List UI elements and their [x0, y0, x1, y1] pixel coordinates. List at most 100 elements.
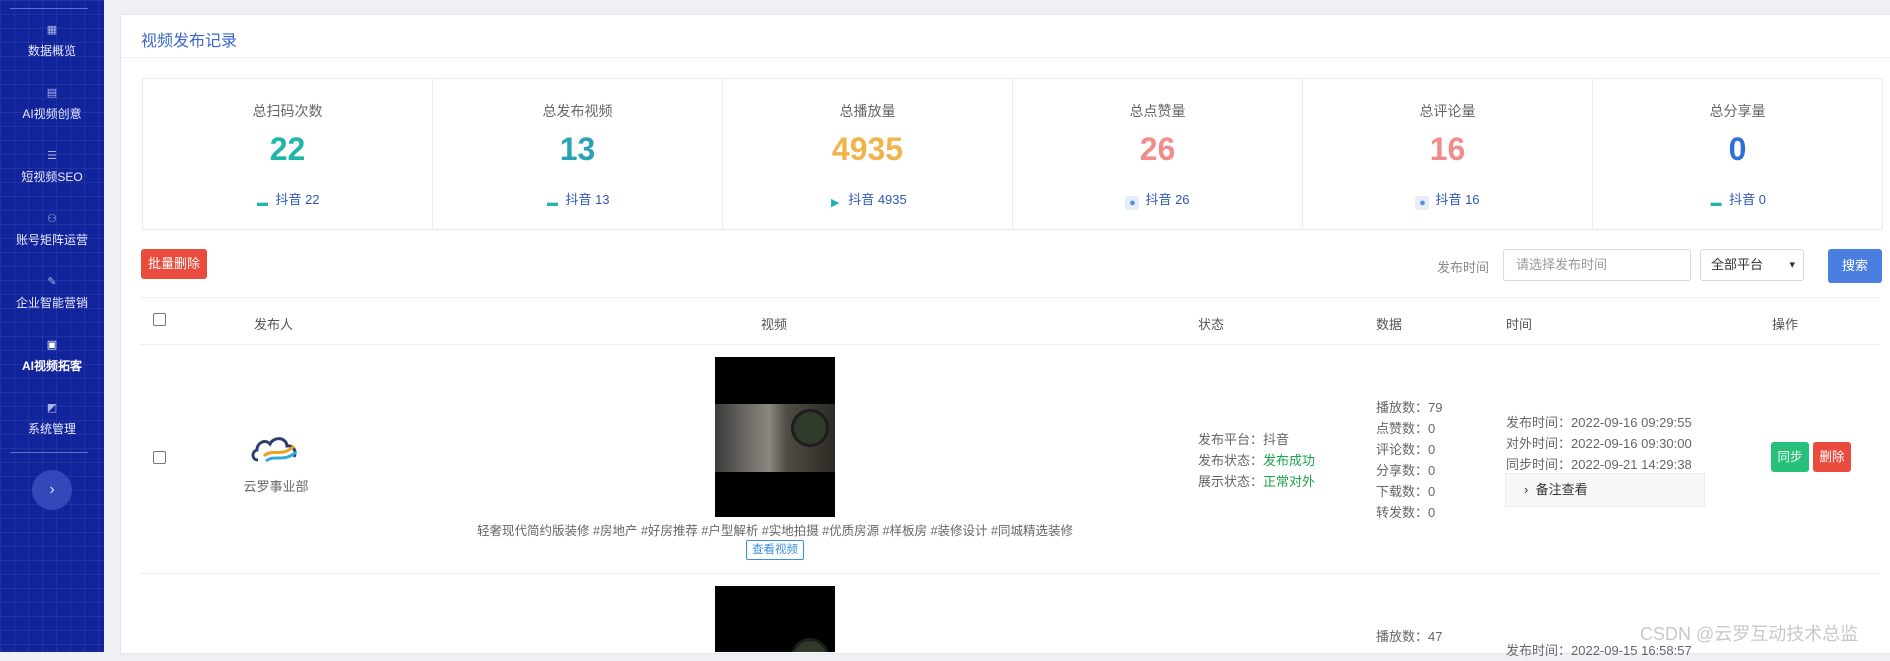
publish-time-input[interactable]: 请选择发布时间: [1503, 249, 1691, 281]
sidebar-item-overview[interactable]: ▦ 数据概览: [0, 24, 104, 59]
sidebar-item-ai-video[interactable]: ▣ AI视频拓客: [0, 339, 104, 374]
comment-icon: ▬: [546, 197, 558, 209]
sidebar-divider: [10, 8, 88, 9]
publisher-name: 云罗事业部: [243, 479, 309, 494]
page-title: 视频发布记录: [141, 33, 238, 50]
stat-sub: ● 抖音 26: [1013, 189, 1302, 210]
stat-value: 26: [1139, 131, 1176, 167]
column-header-video: 视频: [761, 317, 788, 332]
chevron-right-icon: ›: [49, 481, 55, 498]
batch-delete-button[interactable]: 批量删除: [141, 249, 207, 279]
note-toggle[interactable]: › 备注查看: [1505, 473, 1705, 507]
stat-published-videos: 总发布视频 13 ▬ 抖音 13: [433, 79, 723, 229]
view-video-button[interactable]: 查看视频: [746, 540, 804, 560]
table-divider: [141, 573, 1880, 574]
video-description: 轻奢现代简约版装修 #房地产 #好房推荐 #户型解析 #实地拍摄 #优质房源 #…: [477, 524, 1073, 538]
status-publish: 发布状态：发布成功: [1198, 450, 1315, 471]
status-block: 发布平台：抖音 发布状态：发布成功 展示状态：正常对外: [1198, 429, 1315, 492]
video-thumbnail[interactable]: [715, 586, 835, 652]
user-icon: ●: [1125, 196, 1140, 210]
user-icon: ●: [1415, 196, 1430, 210]
stat-value: 22: [269, 131, 306, 167]
pen-icon: ✎: [47, 276, 57, 288]
stat-value: 16: [1429, 131, 1466, 167]
publish-time: 发布时间：2022-09-16 09:29:55: [1506, 415, 1692, 430]
sidebar-item-ai-creative[interactable]: ▤ AI视频创意: [0, 87, 104, 122]
video-frame-detail: [791, 638, 829, 652]
status-publish-value: 发布成功: [1263, 453, 1316, 468]
stat-value: 4935: [831, 131, 904, 167]
public-time: 对外时间：2022-09-16 09:30:00: [1506, 436, 1692, 451]
row-checkbox[interactable]: [153, 451, 166, 464]
sync-time: 同步时间：2022-09-21 14:29:38: [1506, 457, 1692, 472]
stat-sub-text: 抖音 0: [1729, 192, 1766, 207]
stat-sub: ● 抖音 16: [1303, 189, 1592, 210]
company-logo: [251, 437, 298, 463]
stat-sub-text: 抖音 16: [1435, 192, 1480, 207]
status-platform-label: 发布平台：: [1198, 432, 1264, 447]
sidebar-item-system[interactable]: ◩ 系统管理: [0, 402, 104, 437]
list-icon: ☰: [47, 150, 57, 162]
delete-button[interactable]: 删除: [1813, 442, 1851, 472]
comment-icon: ▬: [1710, 197, 1722, 209]
status-display: 展示状态：正常对外: [1198, 471, 1315, 492]
inbox-icon: ▣: [46, 339, 58, 351]
stat-sub: ▶ 抖音 4935: [723, 189, 1012, 210]
stat-plays-value: 播放数：79: [1376, 400, 1443, 415]
dashboard-icon: ▦: [46, 24, 58, 36]
stat-label: 总点赞量: [1129, 103, 1186, 119]
table-divider: [141, 297, 1880, 298]
sidebar-item-label: 账号矩阵运营: [15, 233, 88, 247]
stat-shares-value: 分享数：0: [1376, 463, 1436, 478]
status-publish-label: 发布状态：: [1198, 453, 1264, 468]
column-header-time: 时间: [1506, 317, 1533, 332]
sidebar-item-seo[interactable]: ☰ 短视频SEO: [0, 150, 104, 185]
search-button[interactable]: 搜索: [1828, 249, 1882, 283]
stat-forwards-value: 转发数：0: [1376, 505, 1436, 520]
status-platform-value: 抖音: [1263, 432, 1290, 447]
edit-icon: ◩: [46, 402, 58, 414]
chevron-down-icon: ▾: [1789, 259, 1795, 271]
sidebar: ▦ 数据概览 ▤ AI视频创意 ☰ 短视频SEO ⚇ 账号矩阵运营 ✎ 企业智能…: [0, 0, 104, 652]
chevron-right-icon: ›: [1524, 482, 1529, 497]
status-display-value: 正常对外: [1263, 474, 1316, 489]
sidebar-item-label: AI视频创意: [22, 107, 82, 121]
stat-sub-text: 抖音 26: [1145, 192, 1190, 207]
sidebar-item-marketing[interactable]: ✎ 企业智能营销: [0, 276, 104, 311]
column-header-publisher: 发布人: [254, 317, 294, 332]
sidebar-item-label: 系统管理: [27, 422, 76, 436]
stat-sub: ▬ 抖音 13: [433, 189, 722, 210]
sidebar-item-matrix[interactable]: ⚇ 账号矩阵运营: [0, 213, 104, 248]
title-divider: [121, 57, 1890, 58]
sync-button[interactable]: 同步: [1771, 442, 1809, 472]
stat-scan-count: 总扫码次数 22 ▬ 抖音 22: [143, 79, 433, 229]
sidebar-item-label: 数据概览: [27, 44, 76, 58]
stat-label: 总评论量: [1419, 103, 1476, 119]
select-all-checkbox[interactable]: [153, 313, 166, 326]
platform-select-value: 全部平台: [1711, 257, 1764, 272]
video-thumbnail[interactable]: [715, 357, 835, 517]
stat-value: 13: [559, 131, 596, 167]
column-header-data: 数据: [1376, 317, 1403, 332]
people-icon: ⚇: [47, 213, 57, 225]
video-frame-detail: [791, 409, 829, 447]
stat-likes-value: 点赞数：0: [1376, 421, 1436, 436]
sidebar-item-label: AI视频拓客: [21, 359, 82, 373]
stat-sub: ▬ 抖音 0: [1593, 189, 1882, 210]
stat-label: 总分享量: [1709, 103, 1766, 119]
note-label: 备注查看: [1535, 482, 1588, 497]
stats-row: 总扫码次数 22 ▬ 抖音 22 总发布视频 13 ▬ 抖音 13 总播放量 493…: [142, 78, 1883, 230]
table-divider: [141, 344, 1880, 345]
stat-sub-text: 抖音 13: [565, 192, 610, 207]
stat-label: 总播放量: [839, 103, 896, 119]
sidebar-collapse-button[interactable]: ›: [32, 470, 72, 510]
stat-sub-text: 抖音 4935: [848, 192, 907, 207]
column-header-status: 状态: [1198, 317, 1225, 332]
sidebar-item-label: 企业智能营销: [15, 296, 88, 310]
data-block: 播放数：47: [1376, 626, 1442, 647]
stat-likes: 总点赞量 26 ● 抖音 26: [1013, 79, 1303, 229]
stat-sub: ▬ 抖音 22: [143, 189, 432, 210]
status-display-label: 展示状态：: [1198, 474, 1264, 489]
platform-select[interactable]: 全部平台 ▾: [1700, 249, 1804, 281]
column-header-actions: 操作: [1772, 317, 1799, 332]
